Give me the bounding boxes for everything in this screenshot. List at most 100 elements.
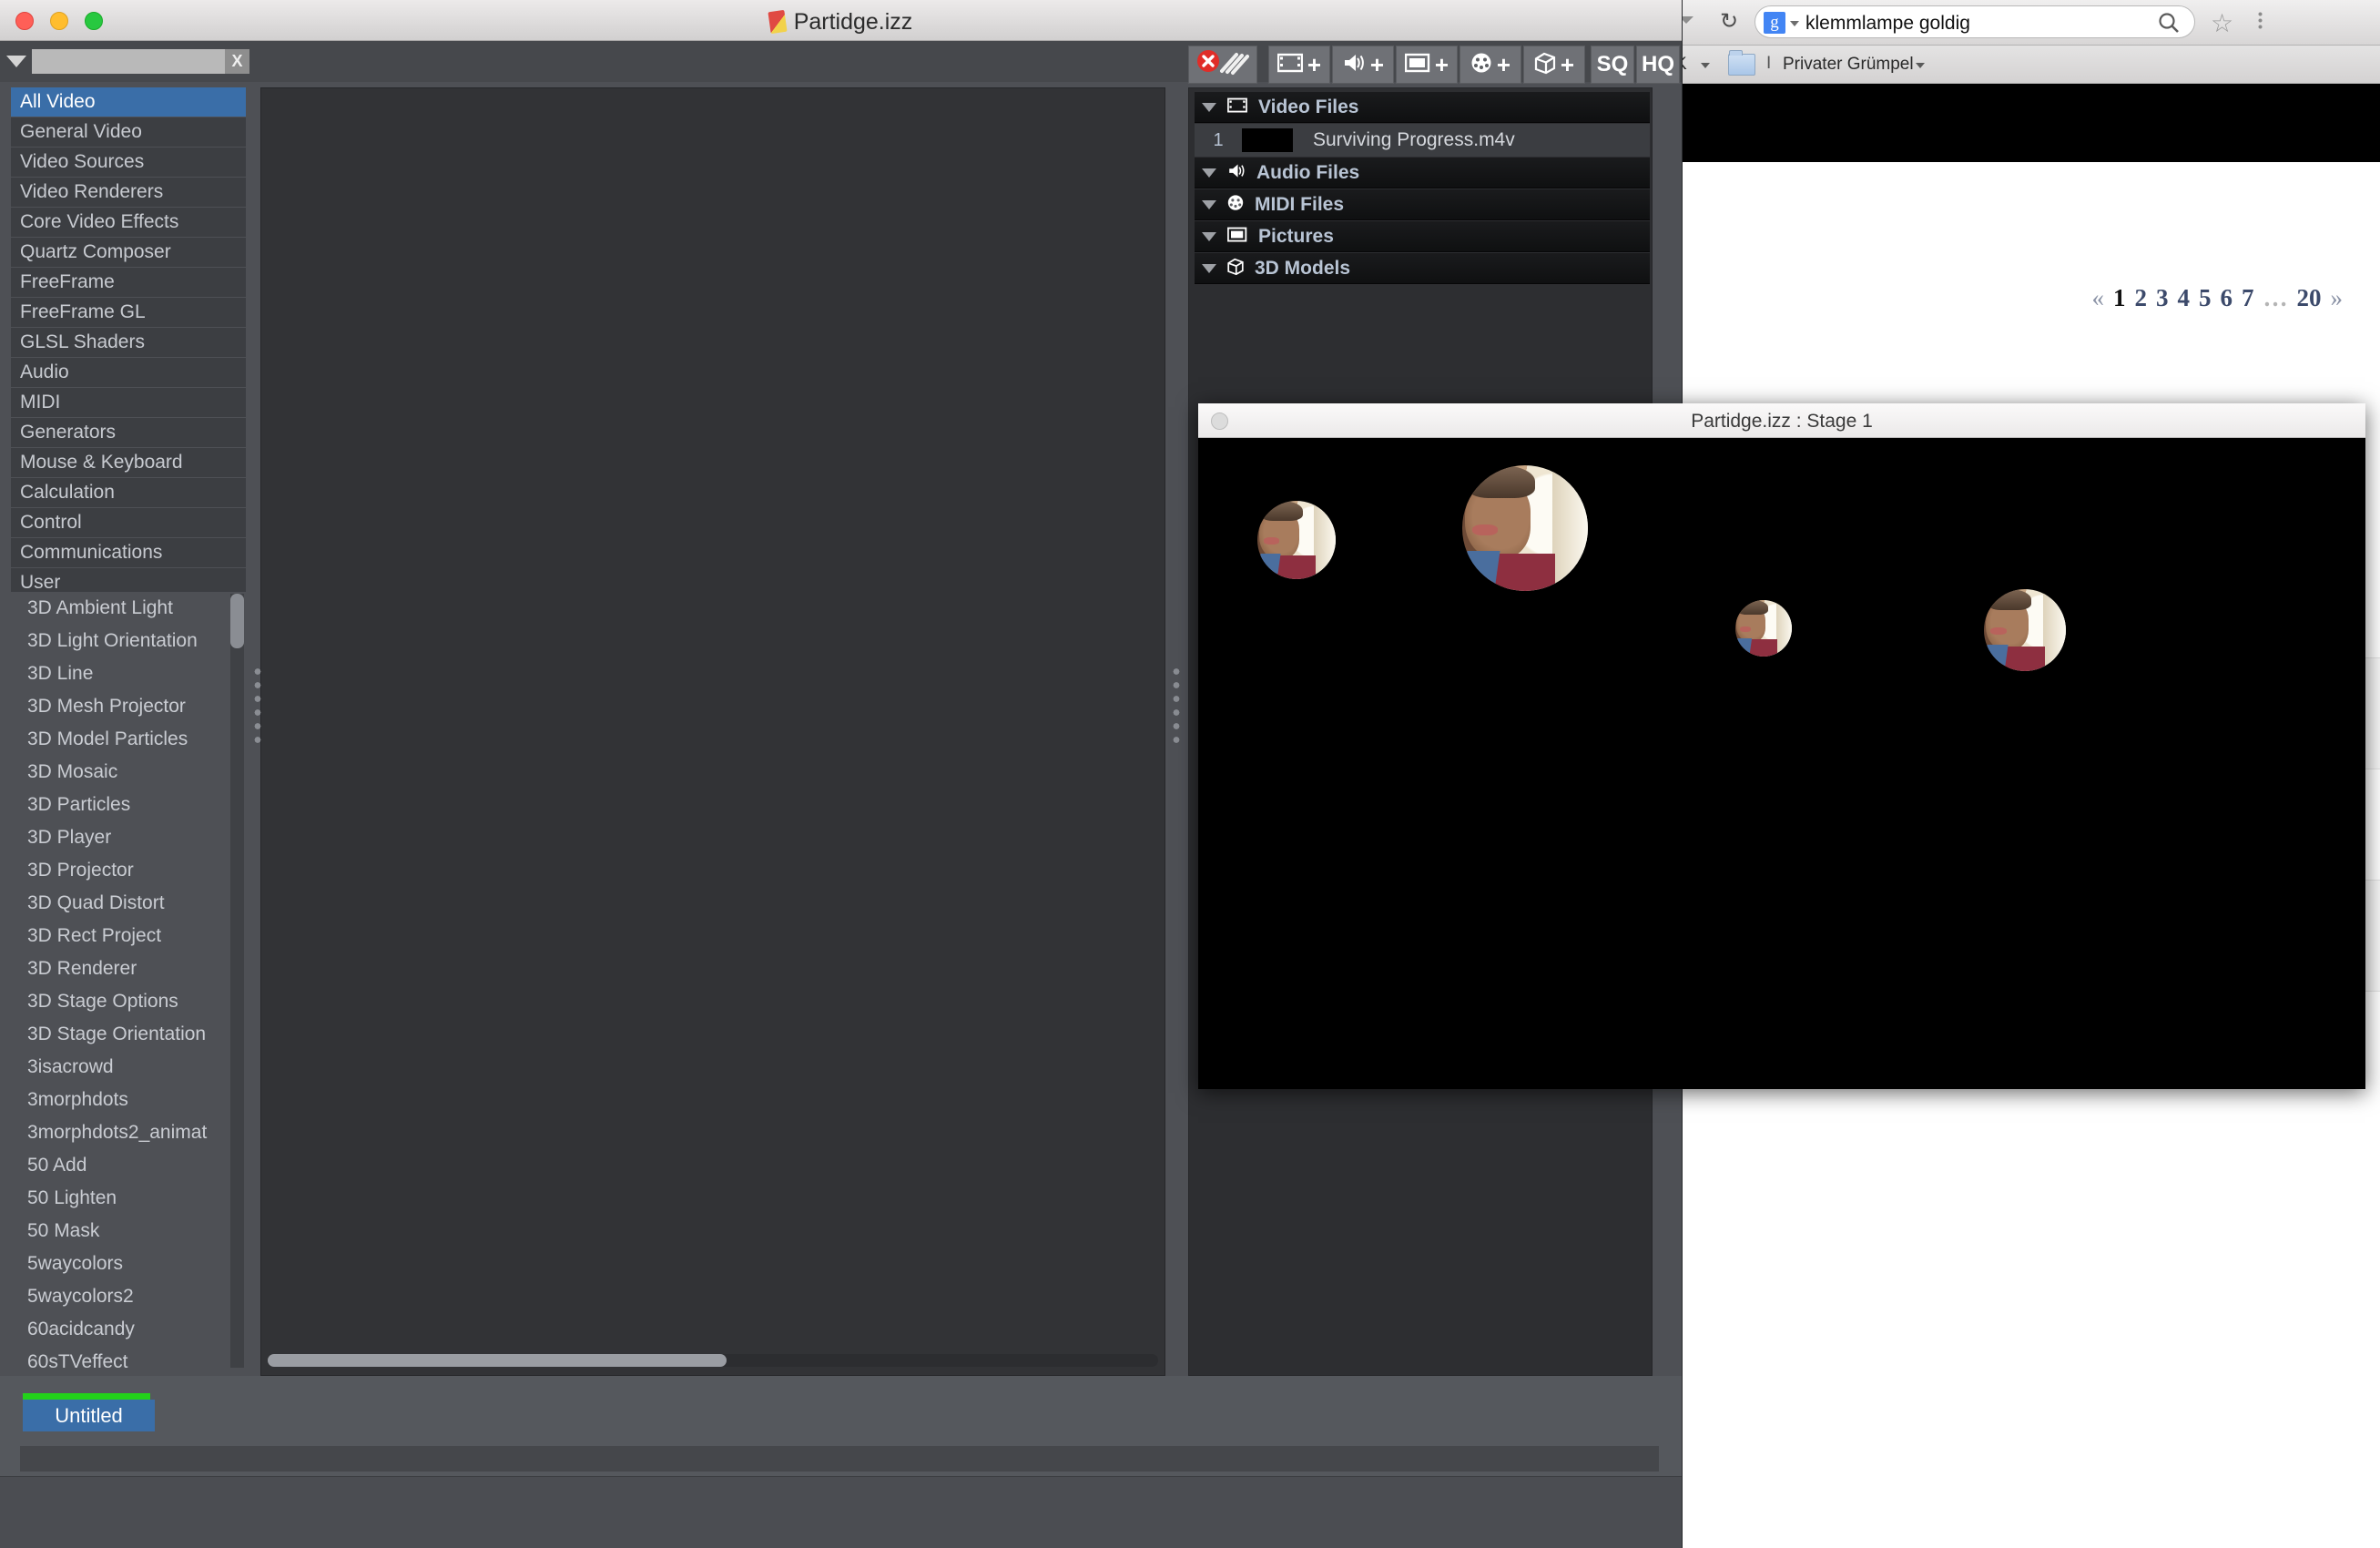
add-3d-model-button[interactable]: +: [1523, 46, 1585, 84]
category-item-freeframe-gl[interactable]: FreeFrame GL: [11, 298, 246, 327]
media-group-video-files[interactable]: Video Files: [1195, 92, 1650, 123]
editor-horizontal-scrollbar[interactable]: [268, 1354, 1158, 1367]
bookmark-star-icon[interactable]: ☆: [2211, 8, 2233, 38]
scrollbar-thumb[interactable]: [268, 1354, 727, 1367]
actor-list-scrollbar[interactable]: [230, 594, 244, 1368]
add-picture-button[interactable]: +: [1396, 46, 1458, 84]
actor-list-item[interactable]: 50 Add: [11, 1149, 246, 1182]
category-item-all-video[interactable]: All Video: [11, 87, 246, 117]
scene-editor-canvas[interactable]: [260, 87, 1165, 1376]
actor-list-item[interactable]: 50 Lighten: [11, 1182, 246, 1215]
actor-list-item-label: 3isacrowd: [27, 1056, 114, 1077]
actor-list-item[interactable]: 3isacrowd: [11, 1051, 246, 1084]
chrome-menu-icon[interactable]: [2258, 11, 2263, 31]
add-video-button[interactable]: +: [1268, 46, 1330, 84]
actor-list-item[interactable]: 3D Particles: [11, 789, 246, 821]
pagination-page-6[interactable]: 6: [2221, 284, 2233, 311]
actor-list-item[interactable]: 3D Player: [11, 821, 246, 854]
media-item-row[interactable]: 1 Surviving Progress.m4v: [1195, 124, 1650, 157]
actor-list-item[interactable]: 3D Light Orientation: [11, 625, 246, 657]
category-item-core-video-effects[interactable]: Core Video Effects: [11, 208, 246, 237]
chevron-down-icon[interactable]: [1202, 231, 1216, 241]
actor-list-item[interactable]: 3morphdots2_animat: [11, 1116, 246, 1149]
category-item-quartz-composer[interactable]: Quartz Composer: [11, 238, 246, 267]
circle-video-2[interactable]: [1462, 465, 1588, 591]
circle-video-3[interactable]: [1735, 600, 1792, 657]
add-midi-button[interactable]: +: [1460, 46, 1521, 84]
magnifier-icon[interactable]: [2156, 10, 2182, 36]
actor-list-item[interactable]: 3D Stage Options: [11, 985, 246, 1018]
stage-titlebar[interactable]: Partidge.izz : Stage 1: [1198, 403, 2365, 438]
actor-list-item[interactable]: 60sTVeffect: [11, 1346, 246, 1369]
panel-resize-handle-left[interactable]: [254, 665, 261, 747]
circle-video-4[interactable]: [1984, 589, 2066, 671]
category-item-video-renderers[interactable]: Video Renderers: [11, 178, 246, 207]
media-group-audio-files[interactable]: Audio Files: [1195, 158, 1650, 188]
actor-list-item[interactable]: 3D Rect Project: [11, 920, 246, 952]
chevron-down-icon[interactable]: [1202, 263, 1216, 273]
media-group-pictures[interactable]: Pictures: [1195, 221, 1650, 252]
panel-resize-handle-right[interactable]: [1173, 665, 1180, 747]
chevron-down-icon[interactable]: [1202, 168, 1216, 178]
stage-canvas[interactable]: [1198, 438, 2365, 1089]
category-item-control[interactable]: Control: [11, 508, 246, 537]
category-item-calculation[interactable]: Calculation: [11, 478, 246, 507]
scene-timeline-strip[interactable]: [20, 1446, 1659, 1472]
actor-list-item[interactable]: 3D Renderer: [11, 952, 246, 985]
actor-list-item[interactable]: 3D Model Particles: [11, 723, 246, 756]
actor-list-item[interactable]: 5waycolors: [11, 1248, 246, 1280]
chevron-down-icon[interactable]: [1202, 102, 1216, 112]
media-group-midi-files[interactable]: MIDI Files: [1195, 189, 1650, 220]
pagination-page-3[interactable]: 3: [2156, 284, 2169, 311]
chevron-down-icon[interactable]: [1701, 63, 1710, 68]
actor-list-item[interactable]: 60acidcandy: [11, 1313, 246, 1346]
actor-list-item[interactable]: 3morphdots: [11, 1084, 246, 1116]
media-group-3d-models[interactable]: 3D Models: [1195, 253, 1650, 284]
clear-search-button[interactable]: X: [225, 49, 249, 74]
actor-list-item[interactable]: 3D Quad Distort: [11, 887, 246, 920]
circle-video-1[interactable]: [1257, 501, 1336, 579]
pagination-page-5[interactable]: 5: [2199, 284, 2212, 311]
scrollbar-thumb[interactable]: [230, 594, 244, 648]
chevron-down-icon[interactable]: [1916, 63, 1925, 68]
chevron-down-icon[interactable]: [6, 56, 26, 67]
actor-list-item[interactable]: 5waycolors2: [11, 1280, 246, 1313]
category-item-video-sources[interactable]: Video Sources: [11, 148, 246, 177]
category-item-label: All Video: [20, 91, 96, 112]
category-item-mouse-keyboard[interactable]: Mouse & Keyboard: [11, 448, 246, 477]
chevron-down-icon[interactable]: [1202, 199, 1216, 209]
chevron-down-icon[interactable]: [1790, 21, 1799, 26]
bookmark-folder-label[interactable]: Privater Grümpel: [1783, 55, 1914, 75]
actor-list-item[interactable]: 3D Stage Orientation: [11, 1018, 246, 1051]
scene-tab-untitled[interactable]: Untitled: [23, 1400, 155, 1431]
pagination-ellipsis[interactable]: …: [2263, 284, 2288, 311]
actor-list-item[interactable]: 3D Ambient Light: [11, 592, 246, 625]
category-item-glsl-shaders[interactable]: GLSL Shaders: [11, 328, 246, 357]
actor-list-item[interactable]: 3D Mesh Projector: [11, 690, 246, 723]
category-item-midi[interactable]: MIDI: [11, 388, 246, 417]
category-item-communications[interactable]: Communications: [11, 538, 246, 567]
category-item-audio[interactable]: Audio: [11, 358, 246, 387]
sq-quality-button[interactable]: SQ: [1591, 46, 1634, 84]
pagination-page-2[interactable]: 2: [2135, 284, 2148, 311]
actor-list-item[interactable]: 50 Mask: [11, 1215, 246, 1248]
delete-media-button[interactable]: [1188, 46, 1257, 84]
pagination-page-1[interactable]: 1: [2113, 284, 2126, 311]
actor-list-item[interactable]: 3D Line: [11, 657, 246, 690]
category-item-generators[interactable]: Generators: [11, 418, 246, 447]
reload-icon[interactable]: ↻: [1716, 9, 1742, 35]
actor-list-item[interactable]: 3D Projector: [11, 854, 246, 887]
hq-quality-button[interactable]: HQ: [1636, 46, 1680, 84]
folder-icon[interactable]: [1728, 50, 1755, 76]
category-item-general-video[interactable]: General Video: [11, 117, 246, 147]
pagination-next[interactable]: »: [2331, 284, 2344, 311]
pagination-page-7[interactable]: 7: [2242, 284, 2254, 311]
omnibox[interactable]: g klemmlampe goldig: [1754, 5, 2195, 38]
pagination-page-4[interactable]: 4: [2178, 284, 2191, 311]
add-audio-button[interactable]: +: [1332, 46, 1394, 84]
actor-list-item[interactable]: 3D Mosaic: [11, 756, 246, 789]
pagination-page-20[interactable]: 20: [2297, 284, 2322, 311]
search-input[interactable]: [32, 49, 234, 74]
pagination-prev[interactable]: «: [2092, 284, 2105, 311]
category-item-freeframe[interactable]: FreeFrame: [11, 268, 246, 297]
